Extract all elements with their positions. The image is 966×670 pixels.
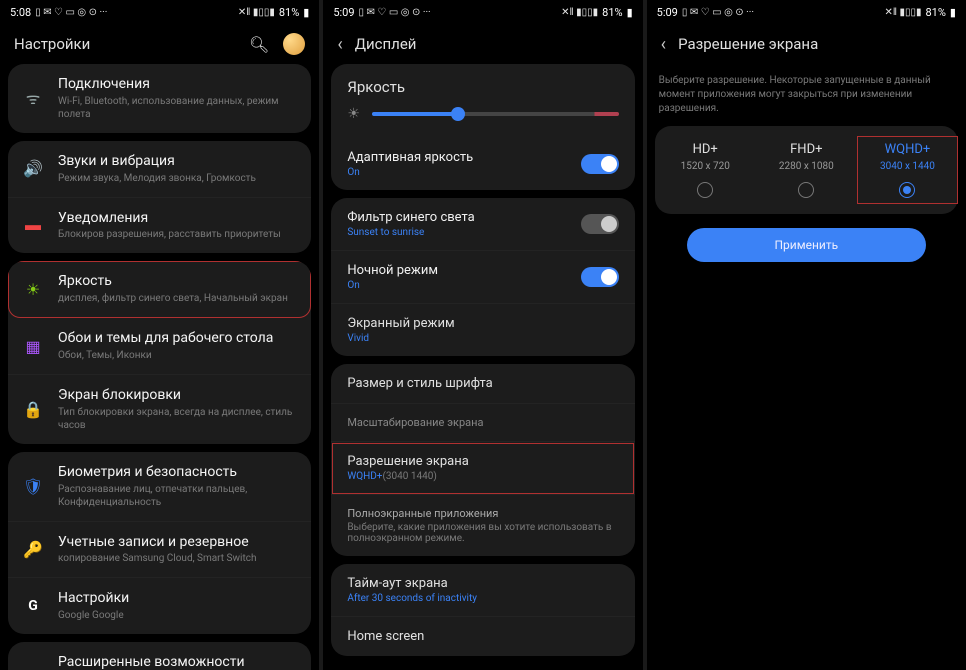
settings-list[interactable]: ᯤ Подключения Wi-Fi, Bluetooth, использо… bbox=[0, 64, 319, 670]
page-title: Настройки bbox=[14, 35, 90, 53]
radio-fhd[interactable] bbox=[798, 182, 814, 198]
row-home-screen[interactable]: Home screen bbox=[331, 617, 634, 656]
row-wallpaper[interactable]: ▦ Обои и темы для рабочего стола Обои, Т… bbox=[8, 318, 311, 375]
row-night-mode[interactable]: Ночной режим On bbox=[331, 251, 634, 304]
google-icon: G bbox=[22, 595, 44, 617]
slider-thumb[interactable] bbox=[451, 107, 465, 121]
row-font-size[interactable]: Размер и стиль шрифта bbox=[331, 364, 634, 404]
brightness-slider[interactable] bbox=[372, 112, 619, 116]
sun-icon: ☀ bbox=[347, 106, 360, 122]
back-icon[interactable]: ‹ bbox=[661, 34, 666, 55]
row-blue-filter[interactable]: Фильтр синего света Sunset to sunrise bbox=[331, 198, 634, 251]
resolution-option-wqhd[interactable]: WQHD+ 3040 x 1440 bbox=[857, 136, 958, 204]
brightness-section-title: Яркость bbox=[331, 64, 634, 106]
status-battery: 81% bbox=[602, 6, 622, 19]
shield-icon: 🛡 bbox=[22, 475, 44, 497]
notification-icon: ▬ bbox=[22, 214, 44, 236]
page-title: Дисплей bbox=[355, 35, 417, 53]
resolution-option-hd[interactable]: HD+ 1520 x 720 bbox=[655, 136, 756, 204]
status-bar: 5:09 ▯ ✉ ♡ ▭ ◎ ⊙ ··· ✕‖ ▮▯▯▮ 81% ▮ bbox=[323, 0, 642, 24]
settings-header: Настройки 🔍︎ bbox=[0, 24, 319, 64]
status-bar: 5:08 ▯ ✉ ♡ ▭ ◎ ⊙ ··· ✕‖ ▮▯▯▮ 81% ▮ bbox=[0, 0, 319, 24]
radio-wqhd[interactable] bbox=[899, 182, 915, 198]
toggle-adaptive[interactable] bbox=[581, 154, 619, 174]
search-icon[interactable]: 🔍︎ bbox=[249, 35, 269, 54]
row-notifications[interactable]: ▬ Уведомления Блокиров разрешения, расст… bbox=[8, 198, 311, 254]
resolution-header: ‹ Разрешение экрана bbox=[647, 24, 966, 64]
status-battery: 81% bbox=[279, 6, 299, 19]
status-time: 5:09 bbox=[657, 6, 678, 19]
sound-icon: 🔊 bbox=[22, 158, 44, 180]
gear-icon: ⚙ bbox=[22, 666, 44, 670]
resolution-panel: 5:09 ▯ ✉ ♡ ▭ ◎ ⊙ ··· ✕‖ ▮▯▯▮ 81% ▮ ‹ Раз… bbox=[647, 0, 966, 670]
resolution-description: Выберите разрешение. Некоторые запущенны… bbox=[647, 64, 966, 126]
row-fullscreen-apps[interactable]: Полноэкранные приложения Выберите, какие… bbox=[331, 495, 634, 556]
display-header: ‹ Дисплей bbox=[323, 24, 642, 64]
wallpaper-icon: ▦ bbox=[22, 335, 44, 357]
row-timeout[interactable]: Тайм-аут экрана After 30 seconds of inac… bbox=[331, 564, 634, 617]
row-resolution[interactable]: Разрешение экрана WQHD+(3040 1440) bbox=[331, 442, 634, 495]
key-icon: 🔑 bbox=[22, 538, 44, 560]
row-advanced[interactable]: ⚙ Расширенные возможности BixbyРутины, д… bbox=[8, 642, 311, 670]
row-sounds[interactable]: 🔊 Звуки и вибрация Режим звука, Мелодия … bbox=[8, 141, 311, 198]
display-list[interactable]: Яркость ☀ Адаптивная яркость On Фильтр с… bbox=[323, 64, 642, 670]
resolution-options: HD+ 1520 x 720 FHD+ 2280 x 1080 WQHD+ 30… bbox=[655, 126, 958, 214]
row-biometrics[interactable]: 🛡 Биометрия и безопасность Распознавание… bbox=[8, 452, 311, 522]
row-connections[interactable]: ᯤ Подключения Wi-Fi, Bluetooth, использо… bbox=[8, 64, 311, 133]
settings-panel: 5:08 ▯ ✉ ♡ ▭ ◎ ⊙ ··· ✕‖ ▮▯▯▮ 81% ▮ Настр… bbox=[0, 0, 319, 670]
brightness-icon: ☀ bbox=[22, 278, 44, 300]
resolution-option-fhd[interactable]: FHD+ 2280 x 1080 bbox=[756, 136, 857, 204]
row-lockscreen[interactable]: 🔒 Экран блокировки Тип блокировки экрана… bbox=[8, 375, 311, 444]
apply-button[interactable]: Применить bbox=[687, 228, 926, 262]
profile-avatar[interactable] bbox=[283, 33, 305, 55]
toggle-bluefilter[interactable] bbox=[581, 214, 619, 234]
status-time: 5:08 bbox=[10, 6, 31, 19]
toggle-night[interactable] bbox=[581, 267, 619, 287]
row-adaptive-brightness[interactable]: Адаптивная яркость On bbox=[331, 138, 634, 190]
wifi-icon: ᯤ bbox=[22, 87, 44, 109]
row-brightness[interactable]: ☀ Яркость дисплея, фильтр синего света, … bbox=[8, 261, 311, 318]
radio-hd[interactable] bbox=[697, 182, 713, 198]
back-icon[interactable]: ‹ bbox=[337, 34, 342, 55]
row-screen-scaling[interactable]: Масштабирование экрана bbox=[331, 404, 634, 442]
page-title: Разрешение экрана bbox=[678, 35, 818, 53]
row-screen-mode[interactable]: Экранный режим Vivid bbox=[331, 304, 634, 356]
status-bar: 5:09 ▯ ✉ ♡ ▭ ◎ ⊙ ··· ✕‖ ▮▯▯▮ 81% ▮ bbox=[647, 0, 966, 24]
row-google[interactable]: G Настройки Google Google bbox=[8, 578, 311, 634]
row-accounts[interactable]: 🔑 Учетные записи и резервное копирование… bbox=[8, 522, 311, 579]
display-panel: 5:09 ▯ ✉ ♡ ▭ ◎ ⊙ ··· ✕‖ ▮▯▯▮ 81% ▮ ‹ Дис… bbox=[323, 0, 642, 670]
status-battery: 81% bbox=[926, 6, 946, 19]
lock-icon: 🔒 bbox=[22, 398, 44, 420]
status-time: 5:09 bbox=[333, 6, 354, 19]
